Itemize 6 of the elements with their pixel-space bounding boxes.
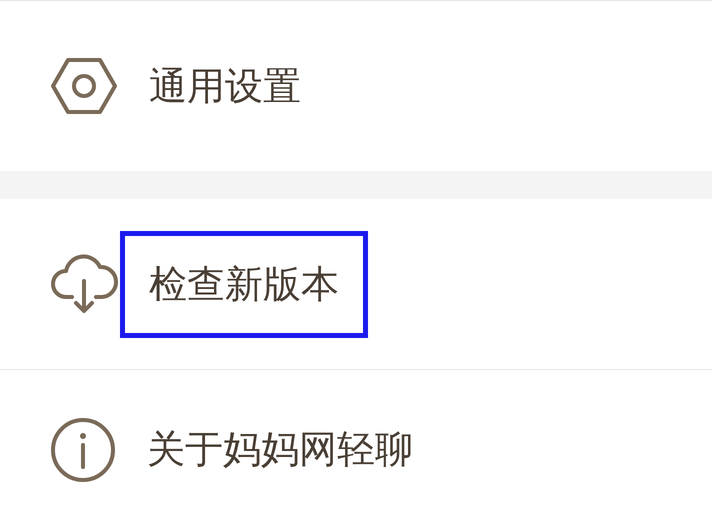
row-label: 通用设置 — [149, 64, 301, 108]
cloud-download-icon — [50, 253, 118, 315]
row-label: 检查新版本 — [149, 262, 339, 306]
info-icon — [50, 416, 116, 482]
row-label: 关于妈妈网轻聊 — [147, 427, 413, 471]
settings-icon — [50, 56, 118, 116]
